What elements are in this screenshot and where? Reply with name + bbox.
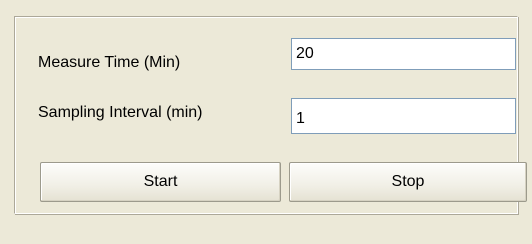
measure-time-label: Measure Time (Min) <box>38 54 181 71</box>
sampling-interval-label: Sampling Interval (min) <box>38 104 203 121</box>
measure-time-input[interactable] <box>291 38 516 70</box>
start-button[interactable]: Start <box>40 162 281 202</box>
sampling-interval-input[interactable] <box>291 98 516 134</box>
stop-button[interactable]: Stop <box>289 162 527 202</box>
